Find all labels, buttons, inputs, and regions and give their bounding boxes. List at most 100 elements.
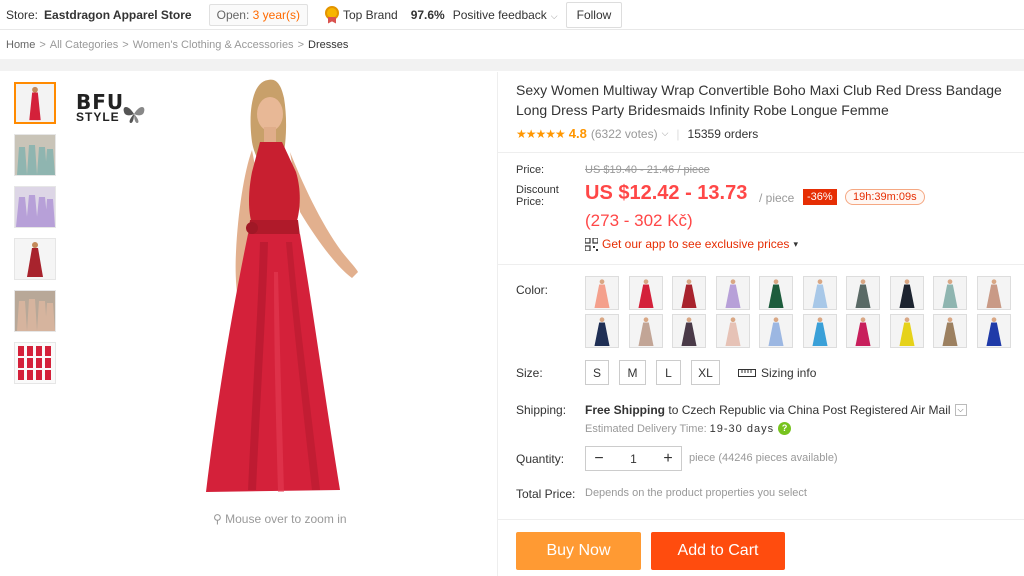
divider-actions — [498, 519, 1024, 520]
app-promo-link[interactable]: Get our app to see exclusive prices ▾ — [585, 237, 798, 251]
color-swatch[interactable] — [759, 276, 793, 310]
breadcrumb: Home > All Categories > Women's Clothing & A… — [6, 39, 348, 51]
price-label: Price: — [516, 164, 545, 176]
rating-value: 4.8 — [568, 126, 587, 141]
divider: | — [676, 126, 680, 141]
positive-feedback-dropdown[interactable]: Positive feedback ⌵ — [453, 8, 558, 22]
color-swatch[interactable] — [933, 314, 967, 348]
color-swatch[interactable] — [977, 314, 1011, 348]
thumbnail-group-beige[interactable] — [14, 290, 56, 332]
quantity-increase-button[interactable]: + — [655, 447, 681, 470]
color-swatch[interactable] — [890, 314, 924, 348]
shipping-to: to — [668, 403, 679, 417]
qr-code-icon — [585, 237, 598, 251]
color-swatch[interactable] — [977, 276, 1011, 310]
orders-count: 15359 orders — [687, 126, 759, 141]
color-swatch[interactable] — [759, 314, 793, 348]
magnifier-icon: ⚲ — [213, 512, 222, 526]
size-option-m[interactable]: M — [619, 360, 646, 385]
buy-now-button[interactable]: Buy Now — [516, 532, 641, 570]
total-price-note: Depends on the product properties you se… — [585, 487, 807, 499]
open-years: 3 year(s) — [252, 7, 300, 22]
color-swatch[interactable] — [716, 276, 750, 310]
feedback-percentage: 97.6% — [410, 7, 445, 22]
votes-chevron-down-icon[interactable]: ⌵ — [662, 128, 669, 139]
quantity-label: Quantity: — [516, 452, 565, 466]
thumbnail-group-lavender[interactable] — [14, 186, 56, 228]
breadcrumb-home[interactable]: Home — [6, 39, 35, 51]
app-promo-chevron-down-icon: ▾ — [793, 238, 798, 249]
chevron-down-icon: ⌵ — [954, 404, 967, 416]
breadcrumb-dresses[interactable]: Dresses — [308, 39, 348, 51]
rating-stars-icon: ★★★★★ — [516, 126, 566, 141]
store-bar: Store: Eastdragon Apparel Store Open: 3 … — [0, 0, 1024, 30]
discount-price-label: Discount Price: — [516, 184, 559, 208]
discount-price-label-line2: Price: — [516, 196, 545, 208]
app-promo-text: Get our app to see exclusive prices — [602, 237, 790, 251]
breadcrumb-womens-clothing[interactable]: Women's Clothing & Accessories — [133, 39, 294, 51]
sizing-info-link[interactable]: Sizing info — [738, 366, 816, 380]
color-swatch[interactable] — [846, 314, 880, 348]
shipping-label: Shipping: — [516, 403, 567, 417]
sizing-info-text: Sizing info — [761, 366, 817, 380]
discount-price: US $12.42 - 13.73 — [585, 182, 748, 204]
main-product-photo[interactable] — [156, 72, 396, 502]
color-swatch[interactable] — [629, 314, 663, 348]
thumbnail-group-mint[interactable] — [14, 134, 56, 176]
color-swatch[interactable] — [890, 276, 924, 310]
shipping-carrier: China Post Registered Air Mail — [787, 403, 951, 417]
color-swatch[interactable] — [585, 276, 619, 310]
rating-row: ★★★★★ 4.8 (6322 votes) ⌵ | 15359 orders — [516, 126, 1016, 141]
positive-feedback-label: Positive feedback — [452, 7, 547, 22]
follow-button[interactable]: Follow — [565, 1, 623, 28]
countdown-timer: 19h:39m:09s — [845, 189, 925, 205]
top-brand-label: Top Brand — [343, 7, 398, 22]
help-icon[interactable]: ? — [778, 422, 792, 435]
color-swatch[interactable] — [629, 276, 663, 310]
quantity-stepper: − + — [585, 446, 682, 471]
open-prefix: Open: — [216, 7, 250, 22]
section-divider — [0, 59, 1024, 71]
breadcrumb-separator: > — [39, 39, 46, 51]
color-swatch[interactable] — [585, 314, 619, 348]
votes-count[interactable]: (6322 votes) — [591, 127, 658, 141]
color-swatch[interactable] — [672, 314, 706, 348]
color-swatch[interactable] — [803, 314, 837, 348]
store-name[interactable]: Eastdragon Apparel Store — [44, 8, 192, 22]
size-label: Size: — [516, 366, 543, 380]
ruler-icon — [738, 369, 756, 377]
size-option-s[interactable]: S — [585, 360, 609, 385]
add-to-cart-button[interactable]: Add to Cart — [651, 532, 785, 570]
delivery-estimate: Estimated Delivery Time: 19-30 days ? — [585, 422, 792, 435]
thumbnail-burgundy[interactable] — [14, 238, 56, 280]
chevron-down-icon: ⌵ — [550, 10, 558, 21]
store-open-duration: Open: 3 year(s) — [208, 3, 308, 26]
quantity-decrease-button[interactable]: − — [586, 447, 612, 470]
color-label: Color: — [516, 283, 549, 297]
quantity-available: piece (44246 pieces available) — [689, 452, 838, 464]
color-swatch[interactable] — [846, 276, 880, 310]
breadcrumb-all-categories[interactable]: All Categories — [50, 39, 118, 51]
butterfly-icon — [123, 107, 145, 123]
color-swatch[interactable] — [672, 276, 706, 310]
color-swatch[interactable] — [803, 276, 837, 310]
shipping-via: via — [769, 403, 785, 417]
discount-badge: -36% — [803, 189, 837, 205]
thumbnail-red-dress[interactable] — [14, 82, 56, 124]
divider-options — [498, 264, 1024, 265]
size-option-l[interactable]: L — [656, 360, 681, 385]
thumbnail-list — [14, 82, 58, 394]
color-swatch[interactable] — [716, 314, 750, 348]
shipping-country: Czech Republic — [681, 403, 766, 417]
store-label: Store: — [6, 7, 39, 22]
shipping-method-dropdown[interactable]: Free Shipping to Czech Republic via Chin… — [585, 403, 967, 417]
brand-logo-line2: STYLE — [76, 110, 120, 124]
product-gallery: BFU STYLE ⚲ Mouse over to zoom in — [6, 72, 498, 576]
per-piece-label: / piece — [759, 191, 795, 205]
size-option-xl[interactable]: XL — [691, 360, 720, 385]
quantity-input[interactable] — [612, 447, 655, 470]
color-swatch[interactable] — [933, 276, 967, 310]
thumbnail-wrap-styles[interactable] — [14, 342, 56, 384]
delivery-days: 19-30 days — [709, 422, 775, 435]
product-title: Sexy Women Multiway Wrap Convertible Boh… — [516, 82, 1002, 118]
